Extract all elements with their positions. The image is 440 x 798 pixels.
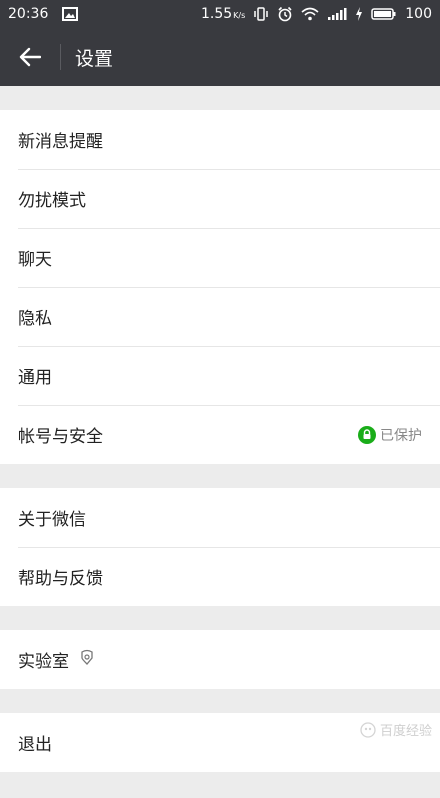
account-protection-status: 已保护	[358, 425, 422, 445]
status-time: 20:36	[8, 6, 49, 22]
settings-item-label: 实验室	[18, 652, 69, 672]
settings-item-label: 退出	[18, 735, 52, 755]
settings-group-main: 新消息提醒 勿扰模式 聊天 隐私 通用 帐号与安全 已保护	[0, 110, 440, 464]
settings-item-label: 通用	[18, 368, 52, 388]
settings-group-about: 关于微信 帮助与反馈	[0, 488, 440, 606]
page-title: 设置	[75, 47, 114, 70]
settings-item-label: 关于微信	[18, 510, 86, 530]
wifi-icon	[301, 7, 319, 21]
back-arrow-icon	[19, 47, 41, 67]
group-gap	[0, 606, 440, 630]
settings-item-account-security[interactable]: 帐号与安全 已保护	[0, 405, 440, 464]
battery-level: 100	[405, 6, 432, 22]
settings-list: 新消息提醒 勿扰模式 聊天 隐私 通用 帐号与安全 已保护 关于微信 帮助与反馈…	[0, 86, 440, 798]
settings-item-label: 聊天	[18, 250, 52, 270]
settings-item-chat[interactable]: 聊天	[0, 228, 440, 287]
battery-icon	[371, 7, 397, 21]
notification-image-icon	[62, 7, 79, 21]
status-right: 1.55 K/s 100	[201, 6, 432, 22]
network-speed-value: 1.55	[200, 6, 233, 22]
protection-status-text: 已保护	[380, 427, 422, 444]
group-gap	[0, 464, 440, 488]
app-bar: 设置	[0, 28, 440, 86]
vibrate-icon	[253, 7, 269, 21]
settings-item-label: 隐私	[18, 309, 52, 329]
network-speed: 1.55 K/s	[201, 6, 245, 22]
alarm-icon	[277, 6, 293, 22]
settings-item-help-feedback[interactable]: 帮助与反馈	[0, 547, 440, 606]
settings-item-privacy[interactable]: 隐私	[0, 287, 440, 346]
settings-group-lab: 实验室	[0, 630, 440, 689]
status-left: 20:36	[8, 6, 79, 22]
network-speed-unit: K/s	[233, 11, 246, 20]
settings-item-do-not-disturb[interactable]: 勿扰模式	[0, 169, 440, 228]
settings-item-label: 新消息提醒	[18, 132, 103, 152]
appbar-divider	[60, 44, 61, 70]
lab-flask-icon	[79, 649, 95, 670]
settings-item-label: 勿扰模式	[18, 191, 86, 211]
status-bar: 20:36 1.55 K/s 100	[0, 0, 440, 28]
charging-icon	[355, 7, 363, 21]
settings-item-lab[interactable]: 实验室	[0, 630, 440, 689]
settings-item-general[interactable]: 通用	[0, 346, 440, 405]
watermark: 百度经验	[360, 720, 432, 739]
group-gap	[0, 689, 440, 713]
settings-item-about-wechat[interactable]: 关于微信	[0, 488, 440, 547]
watermark-logo-icon	[360, 721, 376, 738]
settings-item-label: 帐号与安全	[18, 427, 103, 447]
watermark-text: 百度经验	[379, 724, 432, 739]
settings-item-label: 帮助与反馈	[18, 569, 103, 589]
group-gap	[0, 86, 440, 110]
signal-icon	[327, 7, 347, 21]
group-gap	[0, 772, 440, 798]
settings-item-new-message-notify[interactable]: 新消息提醒	[0, 110, 440, 169]
lock-icon	[358, 425, 376, 444]
back-button[interactable]	[0, 28, 60, 86]
